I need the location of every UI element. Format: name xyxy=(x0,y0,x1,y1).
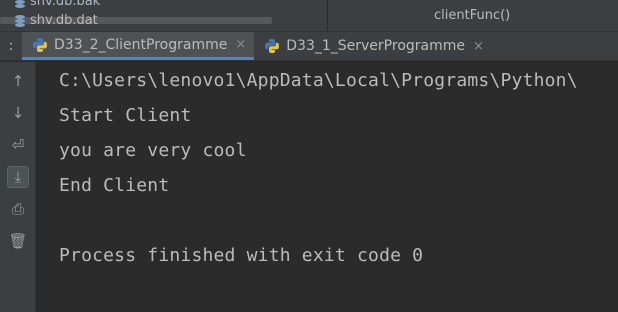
python-file-icon xyxy=(33,37,47,52)
project-tree: shv.db.bak shv.db.dat xyxy=(0,0,327,31)
console-output[interactable]: C:\Users\lenovo1\AppData\Local\Programs\… xyxy=(37,62,618,312)
breadcrumb[interactable]: clientFunc() xyxy=(328,0,618,31)
file-name: shv.db.bak xyxy=(30,0,101,9)
tab-client-programme[interactable]: D33_2_ClientProgramme × xyxy=(22,32,255,60)
tab-server-programme[interactable]: D33_1_ServerProgramme × xyxy=(254,32,492,60)
tab-list-glyph: : xyxy=(8,38,14,54)
scroll-down-button[interactable]: ↓ xyxy=(7,102,29,124)
database-file-icon xyxy=(14,14,26,27)
soft-wrap-icon: ⏎ xyxy=(11,136,25,154)
console-line-path: C:\Users\lenovo1\AppData\Local\Programs\… xyxy=(59,70,578,91)
file-name: shv.db.dat xyxy=(30,12,98,28)
trash-icon: 🗑 xyxy=(8,232,28,250)
top-bar: shv.db.bak shv.db.dat clientFunc() xyxy=(0,0,618,31)
file-item[interactable]: shv.db.bak xyxy=(14,0,100,9)
console-line: Start Client xyxy=(59,105,192,126)
scroll-up-icon: ↑ xyxy=(11,72,25,90)
clear-button[interactable]: 🗑 xyxy=(7,230,29,252)
file-item[interactable]: shv.db.dat xyxy=(14,12,98,28)
tab-label: D33_2_ClientProgramme xyxy=(54,36,228,53)
close-icon[interactable]: × xyxy=(235,37,246,52)
scroll-to-end-button[interactable]: ⤓ xyxy=(7,166,29,188)
console-line-exit-status: Process finished with exit code 0 xyxy=(59,245,424,266)
console-line: you are very cool xyxy=(59,140,247,161)
scroll-down-icon: ↓ xyxy=(11,104,25,122)
breadcrumb-label: clientFunc() xyxy=(434,8,511,23)
scroll-up-button[interactable]: ↑ xyxy=(7,70,29,92)
run-toolbar: ↑ ↓ ⏎ ⤓ ⎙ 🗑 xyxy=(0,62,36,312)
tab-list-icon[interactable]: : xyxy=(0,32,22,60)
console-line: End Client xyxy=(59,175,170,196)
close-icon[interactable]: × xyxy=(473,39,484,54)
print-icon: ⎙ xyxy=(11,200,24,218)
tab-label: D33_1_ServerProgramme xyxy=(286,38,465,54)
soft-wrap-button[interactable]: ⏎ xyxy=(7,134,29,156)
editor-tab-bar: : D33_2_ClientProgramme × D33_1_ServerPr… xyxy=(0,31,618,61)
python-file-icon xyxy=(265,39,280,53)
database-file-icon xyxy=(14,0,26,8)
print-button[interactable]: ⎙ xyxy=(7,198,29,220)
scroll-to-end-icon: ⤓ xyxy=(14,168,22,186)
